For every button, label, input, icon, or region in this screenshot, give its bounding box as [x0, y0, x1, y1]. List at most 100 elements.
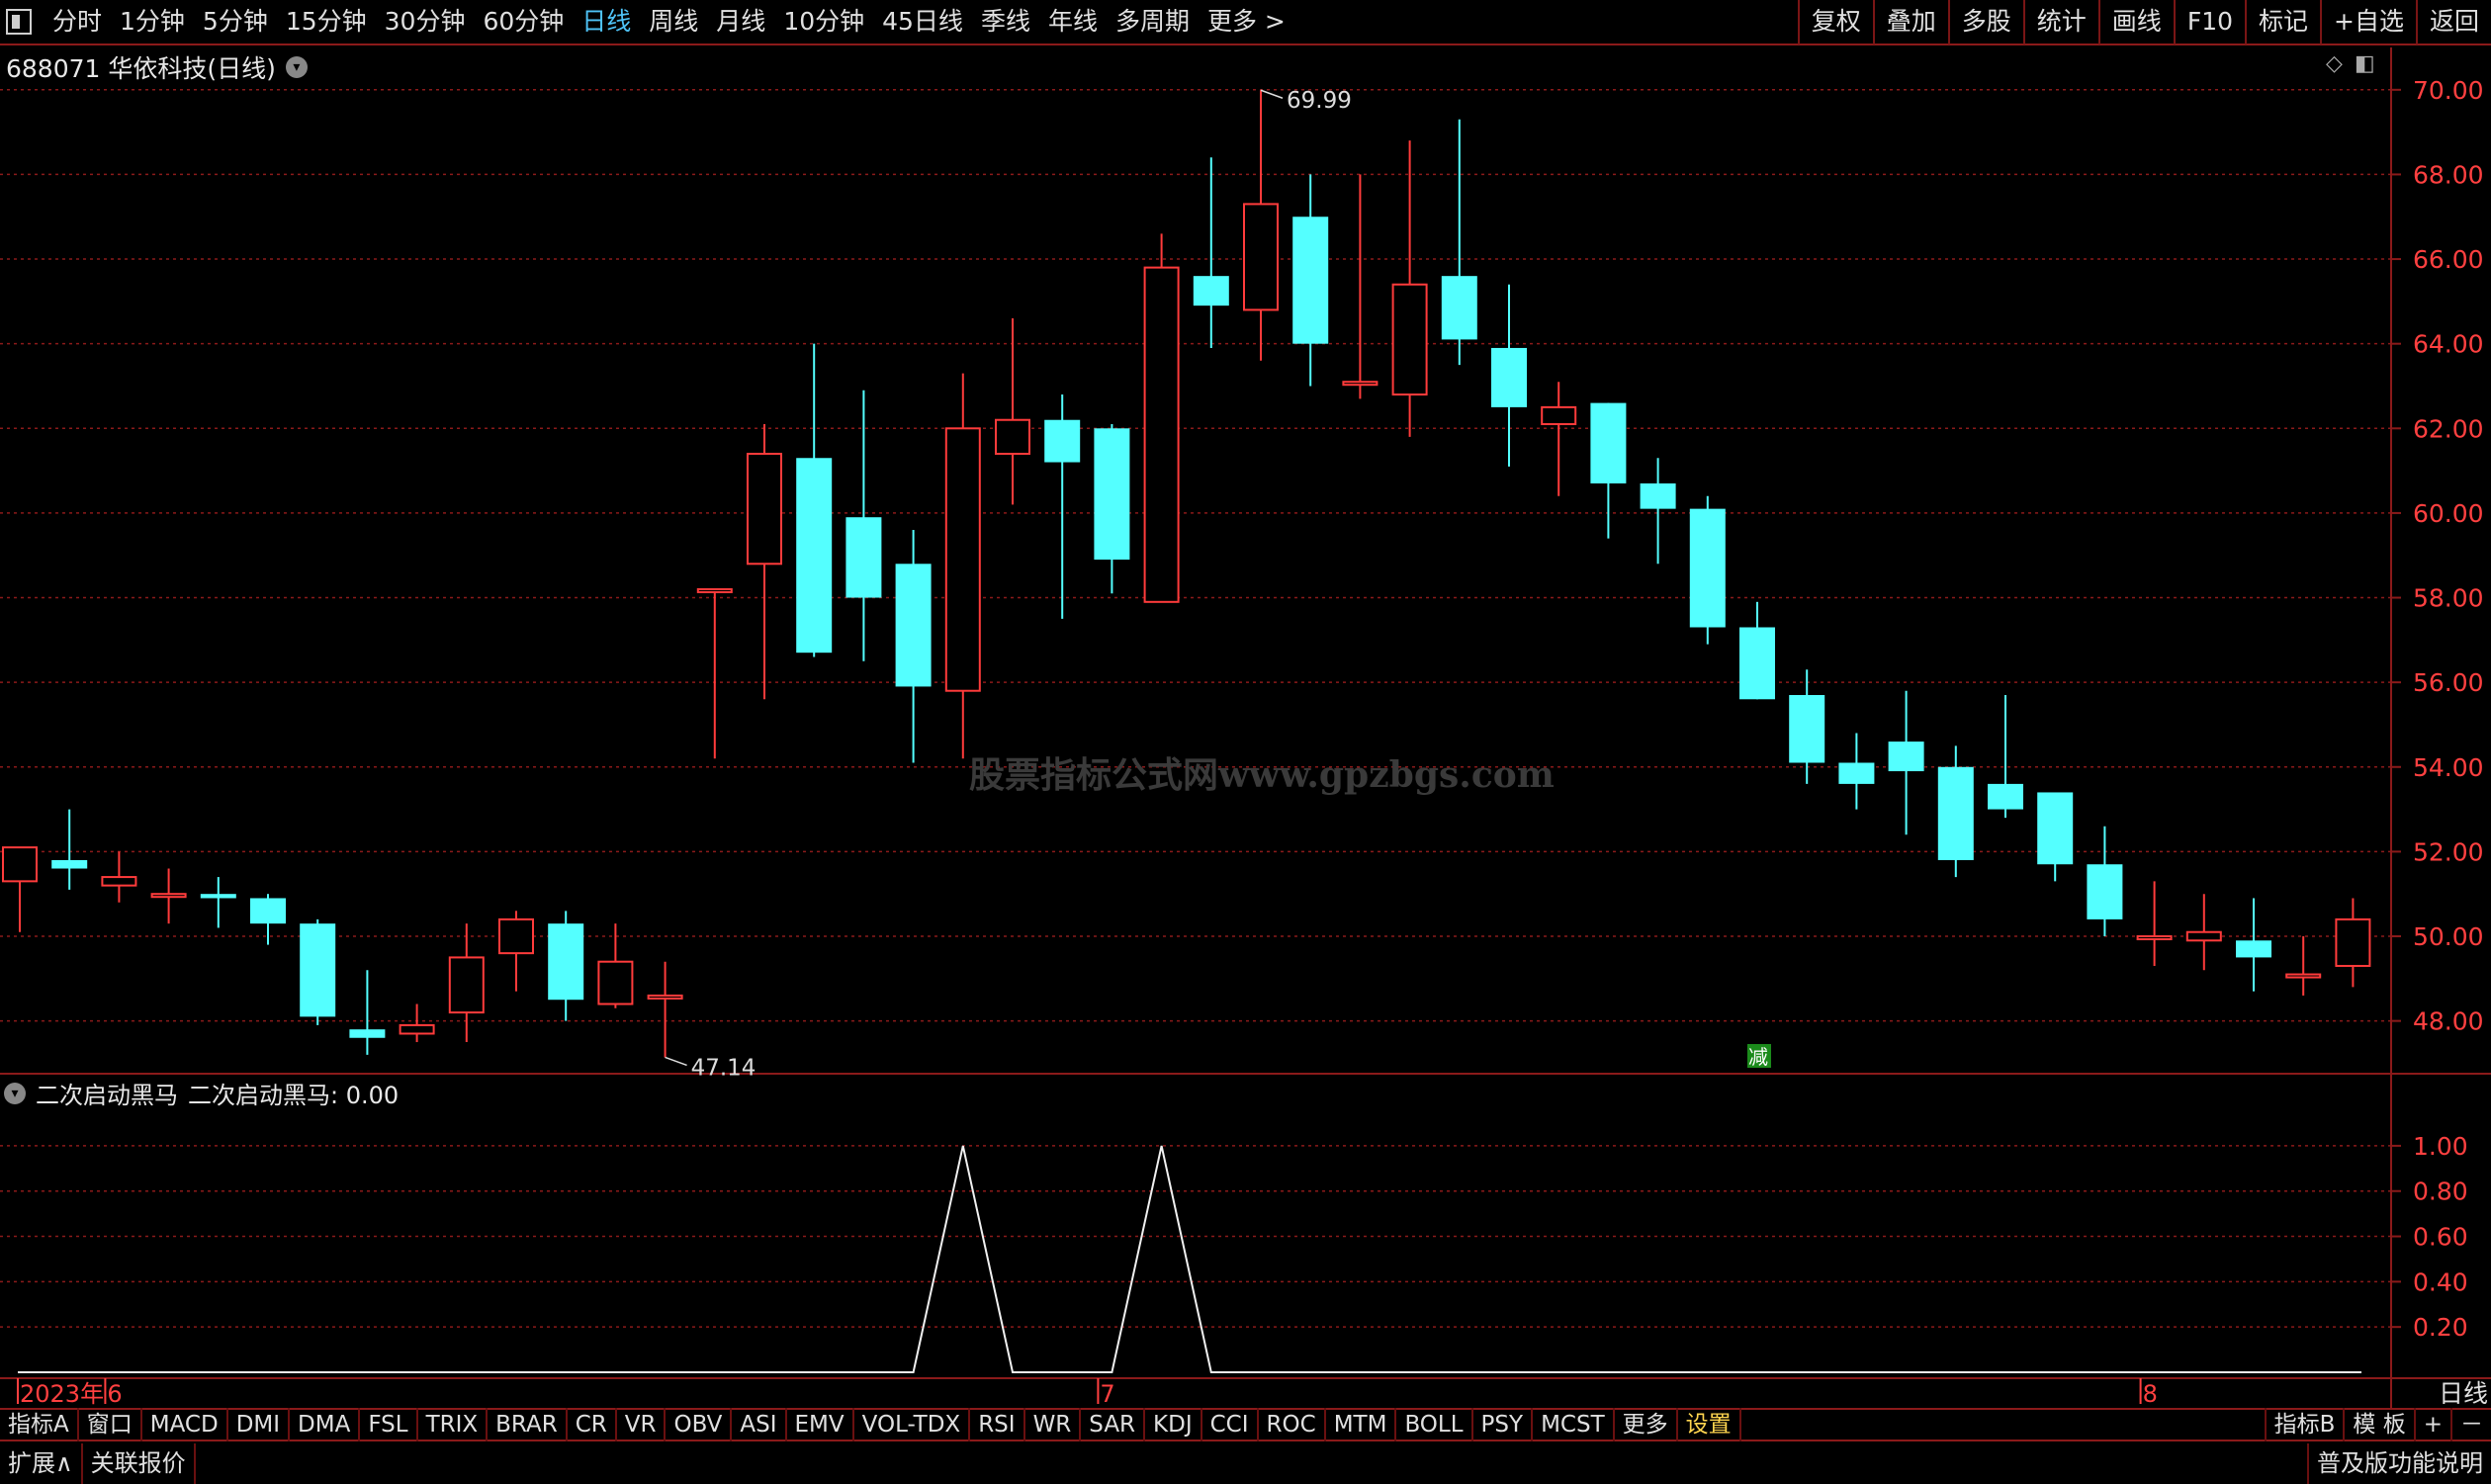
candle-body: [448, 956, 485, 1014]
candle-body: [1044, 419, 1081, 463]
period-button[interactable]: 分时: [44, 0, 111, 44]
indicator-tab[interactable]: RSI: [970, 1408, 1025, 1441]
candle-body: [300, 923, 336, 1017]
period-button[interactable]: 更多 >: [1199, 0, 1294, 44]
related-quote-button[interactable]: 关联报价: [83, 1443, 196, 1484]
price-tick-label: 52.00: [2413, 837, 2484, 866]
indicator-tab[interactable]: MTM: [1326, 1408, 1397, 1441]
indicator-tab[interactable]: SAR: [1081, 1408, 1146, 1441]
indicator-tab[interactable]: VR: [617, 1408, 667, 1441]
chart-area[interactable]: 70.00 68.00 66.00 64.00 62.00 60.00 58.00 56.00…: [0, 47, 2491, 1408]
date-label: 7: [1100, 1380, 1114, 1408]
indicator-tab[interactable]: DMA: [290, 1408, 361, 1441]
indicator-tab[interactable]: 指标A: [0, 1408, 79, 1441]
indicator-tab-right: 指标B 模 板 + －: [2264, 1408, 2491, 1441]
candle-body: [2285, 973, 2322, 979]
price-tick-label: 66.00: [2413, 245, 2484, 274]
indicator-tab[interactable]: MACD: [142, 1408, 228, 1441]
indicator-tab[interactable]: VOL-TDX: [854, 1408, 971, 1441]
low-label: 47.14: [691, 1055, 756, 1081]
toolbar-button[interactable]: 返回: [2415, 0, 2491, 44]
indicator-tab-list: 指标A 窗口 MACD DMI DMA FSL TRIX BRAR CR VR OBV ASI EMV V…: [0, 1408, 1741, 1441]
menu-toggle-icon[interactable]: [6, 9, 32, 35]
tag-label: 减: [1748, 1045, 1768, 1069]
candle-body: [2185, 930, 2222, 942]
candle-body: [1094, 428, 1130, 560]
indicator-tab-right-item[interactable]: －: [2450, 1408, 2491, 1441]
period-button[interactable]: 多周期: [1107, 0, 1199, 44]
period-button[interactable]: 1分钟: [111, 0, 194, 44]
indicator-tab[interactable]: 设置: [1678, 1408, 1741, 1441]
indicator-tab[interactable]: WR: [1025, 1408, 1082, 1441]
indicator-tab[interactable]: MCST: [1533, 1408, 1615, 1441]
period-button[interactable]: 15分钟: [277, 0, 376, 44]
indicator-tab[interactable]: 窗口: [79, 1408, 142, 1441]
toolbar-button[interactable]: 叠加: [1872, 0, 1948, 44]
indicator-value: 二次启动黑马: 0.00: [188, 1082, 400, 1109]
indicator-tab[interactable]: DMI: [228, 1408, 291, 1441]
period-button[interactable]: 45日线: [873, 0, 972, 44]
indicator-tab[interactable]: BRAR: [488, 1408, 568, 1441]
price-tick-label: 64.00: [2413, 330, 2484, 359]
toolbar-button[interactable]: 统计: [2022, 0, 2098, 44]
toolbar-right-buttons: 复权 叠加 多股 统计 画线 F10 标记 +自选 返回: [1797, 0, 2491, 44]
indicator-tab[interactable]: EMV: [787, 1408, 854, 1441]
indicator-tab[interactable]: CCI: [1202, 1408, 1259, 1441]
indicator-tab[interactable]: TRIX: [418, 1408, 489, 1441]
indicator-tab[interactable]: FSL: [360, 1408, 418, 1441]
indicator-dropdown-icon[interactable]: ▾: [4, 1082, 26, 1104]
toolbar-button[interactable]: 多股: [1947, 0, 2023, 44]
indicator-tab[interactable]: ROC: [1259, 1408, 1326, 1441]
period-button[interactable]: 周线: [640, 0, 707, 44]
period-button[interactable]: 季线: [972, 0, 1039, 44]
period-button[interactable]: 月线: [707, 0, 774, 44]
indicator-tick-label: 0.60: [2413, 1223, 2468, 1252]
expand-button[interactable]: 扩展∧: [0, 1443, 83, 1484]
candle-body: [1640, 482, 1676, 509]
indicator-tab-right-item[interactable]: 模 板: [2343, 1408, 2413, 1441]
date-label: 2023年: [20, 1380, 104, 1408]
period-button[interactable]: 60分钟: [474, 0, 573, 44]
toolbar-button[interactable]: +自选: [2320, 0, 2416, 44]
toolbar-button[interactable]: 复权: [1797, 0, 1873, 44]
indicator-tab[interactable]: KDJ: [1145, 1408, 1202, 1441]
period-button[interactable]: 10分钟: [774, 0, 873, 44]
period-button[interactable]: 5分钟: [194, 0, 277, 44]
candle-body: [200, 894, 236, 899]
indicator-tab[interactable]: CR: [568, 1408, 617, 1441]
candle-body: [349, 1029, 386, 1038]
candle-body: [101, 876, 137, 887]
toolbar-button[interactable]: F10: [2173, 0, 2245, 44]
candle-body: [2335, 917, 2371, 967]
period-button[interactable]: 30分钟: [376, 0, 475, 44]
indicator-tab[interactable]: OBV: [666, 1408, 733, 1441]
high-pointer: [1260, 89, 1284, 99]
candle-body: [399, 1023, 435, 1035]
indicator-tab[interactable]: BOLL: [1396, 1408, 1473, 1441]
candle-body: [1193, 276, 1229, 306]
indicator-tab[interactable]: 更多: [1615, 1408, 1678, 1441]
indicator-tab-right-item[interactable]: +: [2413, 1408, 2450, 1441]
price-tick-label: 56.00: [2413, 668, 2484, 697]
price-tick-label: 48.00: [2413, 1007, 2484, 1036]
candle-body: [1590, 402, 1627, 483]
period-label: 日线: [2439, 1379, 2488, 1408]
indicator-tick-label: 0.80: [2413, 1178, 2468, 1206]
help-link[interactable]: 普及版功能说明: [2307, 1443, 2491, 1484]
candle-body: [895, 564, 932, 687]
period-button[interactable]: 日线: [573, 0, 640, 44]
indicator-tab[interactable]: ASI: [732, 1408, 787, 1441]
candle-body: [1689, 508, 1726, 628]
candle-body: [1491, 347, 1527, 407]
indicator-tab[interactable]: PSY: [1473, 1408, 1534, 1441]
period-button[interactable]: 年线: [1039, 0, 1107, 44]
candle-body: [796, 458, 833, 654]
candle-body: [944, 427, 981, 692]
candle-body: [1541, 405, 1577, 426]
toolbar-button[interactable]: 标记: [2245, 0, 2320, 44]
candle-body: [150, 893, 187, 899]
candle-body: [995, 418, 1030, 455]
indicator-tab-right-item[interactable]: 指标B: [2264, 1408, 2344, 1441]
high-label: 69.99: [1287, 88, 1352, 114]
toolbar-button[interactable]: 画线: [2097, 0, 2174, 44]
